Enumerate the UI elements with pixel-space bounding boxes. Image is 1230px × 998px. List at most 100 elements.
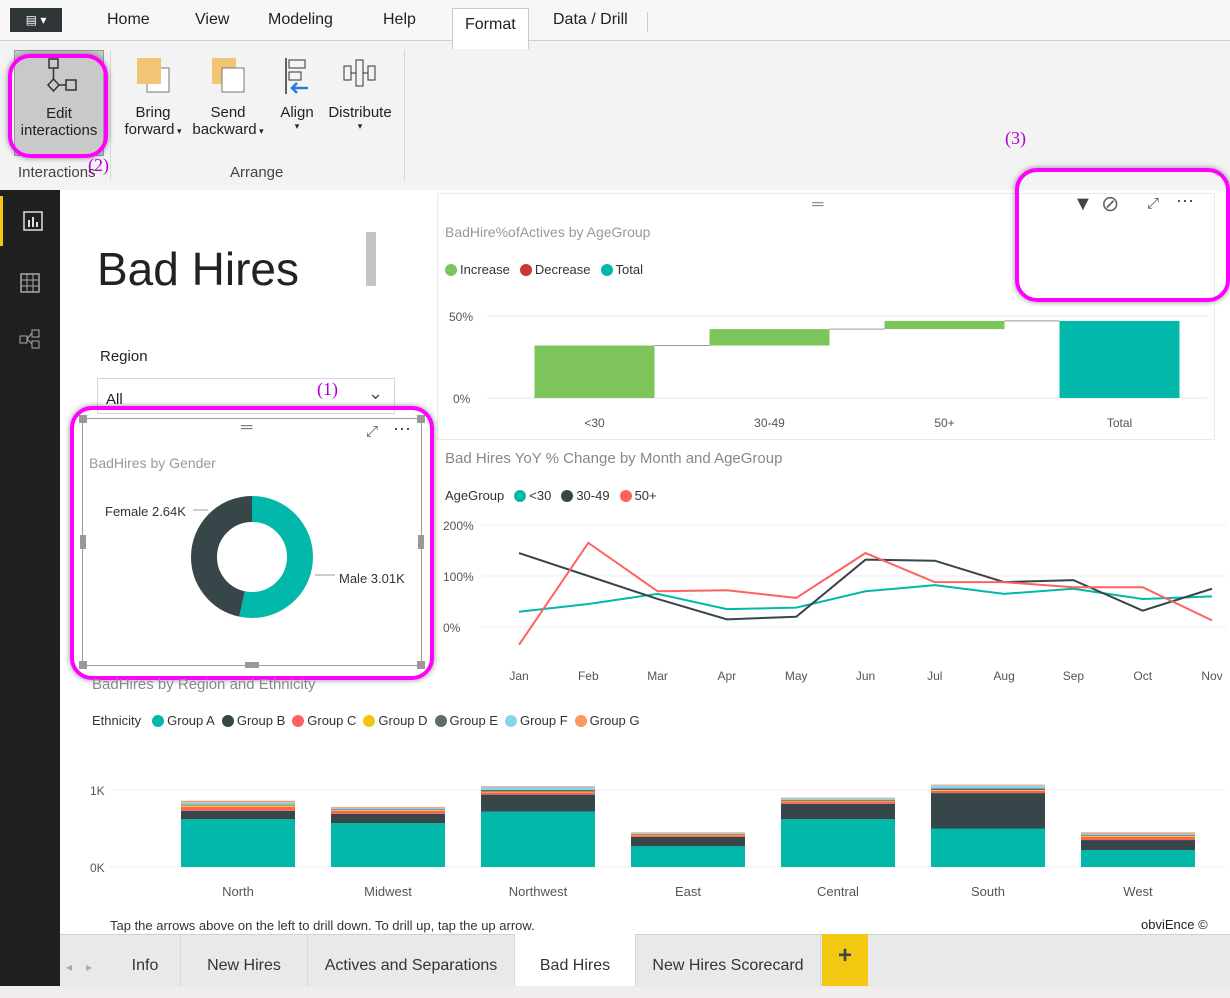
scroll-left-icon[interactable]: ◂ (66, 960, 72, 974)
legend-item: Group A (152, 713, 215, 728)
legend-item: 50+ (619, 488, 657, 503)
tab-view[interactable]: View (195, 0, 229, 40)
page-tab-new-hires-scorecard[interactable]: New Hires Scorecard (636, 934, 821, 986)
footer-note: Tap the arrows above on the left to dril… (110, 918, 535, 933)
chevron-down-icon: ▾ (294, 121, 300, 131)
ribbon-separator (404, 50, 405, 180)
bar-chart-title: BadHires by Region and Ethnicity (92, 676, 316, 693)
send-backward-button[interactable]: Send backward ▾ (188, 50, 268, 138)
file-menu-icon: ▤ ▾ (25, 13, 47, 27)
highlight-visual-header (1015, 168, 1230, 302)
add-page-button[interactable]: + (822, 934, 868, 986)
page-tab-actives-separations[interactable]: Actives and Separations (308, 934, 515, 986)
tab-help[interactable]: Help (383, 0, 416, 40)
distribute-button[interactable]: Distribute ▾ (324, 50, 396, 132)
bar-segment (181, 806, 295, 811)
page-tab-bad-hires[interactable]: Bad Hires (515, 934, 636, 986)
bring-forward-button[interactable]: Bring forward ▾ (118, 50, 188, 138)
bar-segment (481, 792, 595, 795)
legend-item: <30 (514, 488, 551, 503)
bar-segment (931, 785, 1045, 789)
x-tick-label: West (1123, 884, 1153, 899)
data-view-icon[interactable] (0, 258, 60, 308)
group-label-interactions: Interactions (18, 164, 96, 181)
legend-dot (600, 263, 613, 276)
plus-icon: + (837, 942, 852, 969)
legend-label: Total (615, 262, 643, 277)
waterfall-bar (884, 320, 1005, 330)
legend-label: Increase (460, 262, 510, 277)
legend-label: 50+ (634, 488, 657, 503)
bar-segment (1081, 840, 1195, 851)
slicer-label: Region (100, 348, 148, 365)
bar-segment (631, 832, 745, 834)
legend-item: 30-49 (561, 488, 610, 503)
annotation-3: (3) (1005, 128, 1026, 148)
legend-dot (363, 714, 376, 727)
line-legend: AgeGroup <30 30-49 50+ (445, 488, 657, 503)
chevron-down-icon: ▾ (256, 126, 264, 136)
bar-segment (181, 805, 295, 807)
bar-segment (481, 794, 595, 812)
file-menu-button[interactable]: ▤ ▾ (10, 8, 62, 32)
bring-forward-icon (118, 50, 188, 98)
bar-segment (331, 823, 445, 867)
ribbon-separator (110, 50, 111, 180)
report-view-icon[interactable] (0, 196, 63, 246)
legend-label: <30 (529, 488, 552, 503)
distribute-label: Distribute (328, 104, 392, 121)
drag-handle-icon[interactable]: ═ (812, 196, 823, 214)
legend-label: Group D (378, 713, 428, 728)
bar-segment (1081, 835, 1195, 836)
x-tick-label: Jun (856, 669, 875, 683)
bar-segment (181, 802, 295, 805)
tab-home[interactable]: Home (107, 0, 150, 40)
bar-segment (931, 793, 1045, 829)
bar-segment (631, 834, 745, 836)
page-tab-info[interactable]: Info (110, 934, 181, 986)
legend-item: Total (600, 262, 643, 277)
waterfall-chart: 50% 0% <30 30-49 50+ Total (449, 310, 1207, 430)
bar-segment (781, 798, 895, 801)
x-tick-label: Jul (927, 669, 942, 683)
bar-segment (781, 800, 895, 801)
page-tab-new-hires[interactable]: New Hires (181, 934, 308, 986)
x-tick-label: Nov (1201, 669, 1222, 683)
waterfall-bar (1059, 320, 1180, 398)
x-tick-label: Feb (578, 669, 599, 683)
y-tick-label: 0K (90, 861, 105, 875)
legend-item: Group E (434, 713, 498, 728)
bar-segment (331, 807, 445, 810)
x-tick-label: North (222, 884, 254, 899)
align-icon (275, 50, 319, 98)
waterfall-legend: Increase Decrease Total (445, 262, 643, 277)
x-tick-label: Aug (993, 669, 1014, 683)
left-nav (0, 190, 60, 986)
relationships-view-icon[interactable] (0, 314, 60, 364)
tab-format[interactable]: Format (452, 8, 529, 49)
scroll-right-icon[interactable]: ▸ (86, 960, 92, 974)
x-tick-label: Northwest (509, 884, 568, 899)
title-accent-bar (366, 232, 376, 286)
bring-forward-label-2: forward ▾ (118, 121, 188, 138)
align-button[interactable]: Align ▾ (275, 50, 319, 132)
waterfall-title: BadHire%ofActives by AgeGroup (445, 224, 651, 240)
bar-segment (781, 803, 895, 820)
x-tick-label: May (785, 669, 808, 683)
bar-segment (481, 791, 595, 793)
bar-segment (631, 846, 745, 867)
highlight-edit-interactions (8, 54, 108, 158)
legend-dot (152, 714, 165, 727)
bar-segment (781, 800, 895, 802)
bar-segment (781, 797, 895, 799)
bar-segment (931, 784, 1045, 786)
bar-segment (181, 810, 295, 820)
tab-modeling[interactable]: Modeling (268, 0, 333, 40)
align-label: Align (280, 104, 314, 121)
bar-segment (931, 790, 1045, 791)
bar-segment (481, 790, 595, 792)
tab-data-drill[interactable]: Data / Drill (553, 0, 628, 40)
bar-segment (181, 804, 295, 806)
legend-dot (519, 263, 532, 276)
bar-segment (631, 836, 745, 847)
